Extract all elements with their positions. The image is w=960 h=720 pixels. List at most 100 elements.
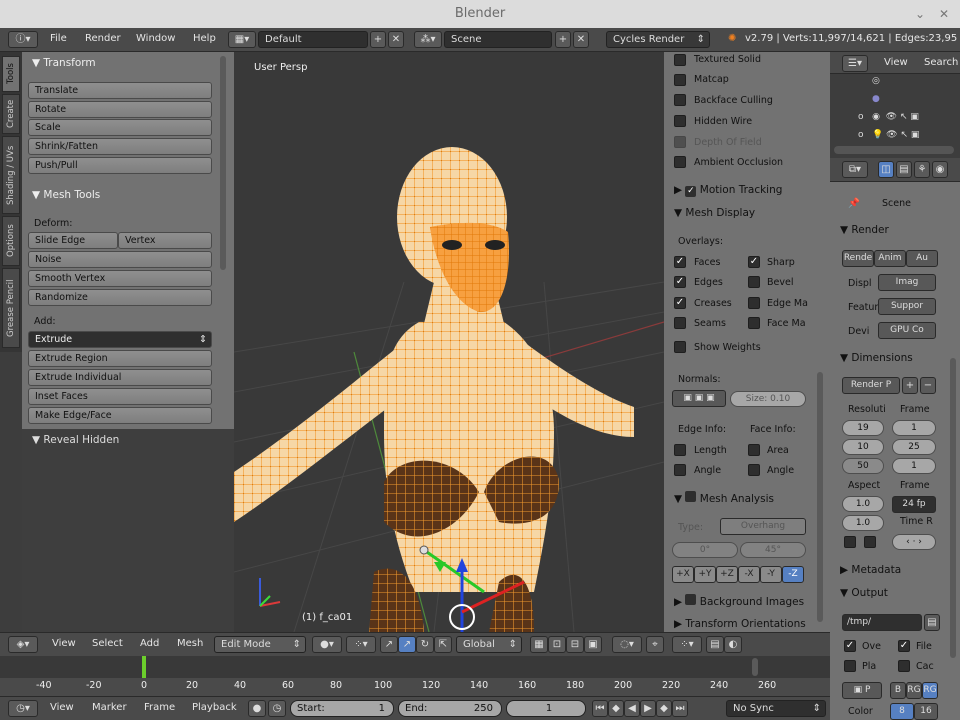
record-icon[interactable]: ● [248,700,266,717]
axis-minus-x-button[interactable]: -X [738,566,760,583]
view-menu[interactable]: View [52,638,76,649]
scene-tab-icon[interactable]: ⚘ [914,161,930,178]
close-icon[interactable]: ✕ [936,6,952,22]
color-depth-16-button[interactable]: 16 [914,703,938,720]
world-icon[interactable]: ◎ [872,76,880,86]
output-panel-header[interactable]: ▼ Output [830,583,960,603]
area-checkbox[interactable] [748,444,760,456]
sphere-icon[interactable]: ● [872,94,880,104]
outliner-scrollbar[interactable] [834,146,954,154]
timeline-frame-menu[interactable]: Frame [144,702,175,713]
slide-edge-button[interactable]: Slide Edge [28,232,118,249]
preview-range-icon[interactable]: ◷ [268,700,286,717]
jump-start-icon[interactable]: ⏮ [592,700,608,717]
color-bw-button[interactable]: B [890,682,906,699]
dimensions-panel-header[interactable]: ▼ Dimensions [830,348,960,368]
menu-render[interactable]: Render [85,33,121,44]
toolshelf-scrollbar[interactable] [220,56,226,270]
minimize-icon[interactable]: ⌄ [912,6,928,22]
depth-of-field-checkbox[interactable] [674,136,686,148]
aspect-x-field[interactable]: 1.0 [842,496,884,512]
frame-step-field[interactable]: 1 [892,458,936,474]
motion-tracking-checkbox[interactable]: ✓ [685,186,697,197]
screen-layout-field[interactable]: Default [258,31,368,48]
resolution-percent-field[interactable]: 50 [842,458,884,474]
face-select-icon[interactable]: ▣ [584,636,602,653]
properties-scrollbar[interactable] [950,358,956,658]
normals-display-buttons[interactable]: ▣ ▣ ▣ [672,390,726,407]
jump-end-icon[interactable]: ⏭ [672,700,688,717]
mesh-display-header[interactable]: ▼ Mesh Display [664,203,822,223]
tab-create[interactable]: Create [2,94,20,134]
show-weights-checkbox[interactable] [674,341,686,353]
sharp-checkbox[interactable]: ✓ [748,256,760,268]
background-images-checkbox[interactable] [685,594,697,605]
edge-select-icon[interactable]: ⊟ [566,636,584,653]
scale-button[interactable]: Scale [28,119,212,136]
seams-checkbox[interactable] [674,317,686,329]
outliner-search-field[interactable]: Search [924,57,958,68]
world-tab-icon[interactable]: ◉ [932,161,948,178]
bevel-checkbox[interactable] [748,276,760,288]
timeline-playback-menu[interactable]: Playback [192,702,237,713]
color-rgba-button[interactable]: RG [922,682,938,699]
slide-vertex-button[interactable]: Vertex [118,232,212,249]
tab-grease-pencil[interactable]: Grease Pencil [2,268,20,348]
rotate-button[interactable]: Rotate [28,101,212,118]
prev-keyframe-icon[interactable]: ◆ [608,700,624,717]
translate-manipulator-icon[interactable]: ↗ [398,636,416,653]
edge-marks-checkbox[interactable] [748,297,760,309]
render-audio-button[interactable]: Au [906,250,938,267]
analysis-type-select[interactable]: Overhang [720,518,806,535]
mesh-tools-panel-header[interactable]: ▼ Mesh Tools [22,184,234,206]
frame-end-timeline-field[interactable]: End: 250 [398,700,502,717]
render-engine-select[interactable]: Cycles Render ⇕ [606,31,710,48]
timeline-track[interactable] [0,656,830,678]
faces-checkbox[interactable]: ✓ [674,256,686,268]
frame-start-field[interactable]: 1 [892,420,936,436]
render-panel-header[interactable]: ▼ Render [830,220,960,240]
manipulator-toggle-icon[interactable]: ↗ [380,636,398,653]
menu-window[interactable]: Window [136,33,175,44]
orientation-select[interactable]: Global ⇕ [456,636,522,653]
editor-type-icon[interactable]: ⓘ▾ [8,31,38,48]
vertex-select-icon[interactable]: ⊡ [548,636,566,653]
shrink-fatten-button[interactable]: Shrink/Fatten [28,138,212,155]
viewport-editor-icon[interactable]: ◈▾ [8,636,38,653]
aspect-y-field[interactable]: 1.0 [842,515,884,531]
remove-layout-icon[interactable]: ✕ [388,31,404,48]
extrude-dropdown[interactable]: Extrude ⇕ [28,331,212,348]
color-rgb-button[interactable]: RG [906,682,922,699]
device-select[interactable]: GPU Co [878,322,936,339]
menu-help[interactable]: Help [193,33,216,44]
backface-culling-checkbox[interactable] [674,94,686,106]
frame-end-field[interactable]: 25 [892,439,936,455]
output-path-field[interactable]: /tmp/ [842,614,922,631]
make-edge-face-button[interactable]: Make Edge/Face [28,407,212,424]
outliner-editor-icon[interactable]: ☰▾ [842,55,868,72]
add-scene-icon[interactable]: + [555,31,571,48]
timeline[interactable]: -40 -20 0 20 40 60 80 100 120 140 160 18… [0,656,830,696]
edge-angle-checkbox[interactable] [674,464,686,476]
noise-button[interactable]: Noise [28,251,212,268]
randomize-button[interactable]: Randomize [28,289,212,306]
render-preview-icon[interactable]: ▤ [706,636,724,653]
remove-scene-icon[interactable]: ✕ [573,31,589,48]
viewport-shading-icon[interactable]: ●▾ [312,636,342,653]
select-menu[interactable]: Select [92,638,123,649]
mesh-menu[interactable]: Mesh [177,638,203,649]
placeholders-checkbox[interactable] [844,660,856,672]
axis-minus-y-button[interactable]: -Y [760,566,782,583]
next-keyframe-icon[interactable]: ◆ [656,700,672,717]
add-menu[interactable]: Add [140,638,159,649]
ambient-occlusion-checkbox[interactable] [674,156,686,168]
sync-mode-select[interactable]: No Sync ⇕ [726,700,826,717]
length-checkbox[interactable] [674,444,686,456]
translate-button[interactable]: Translate [28,82,212,99]
add-layout-icon[interactable]: + [370,31,386,48]
transform-orientations-header[interactable]: ▶ Transform Orientations [664,614,822,632]
snap-element-icon[interactable]: ⁘▾ [672,636,702,653]
resolution-x-field[interactable]: 19 [842,420,884,436]
tab-options[interactable]: Options [2,216,20,266]
display-select[interactable]: Imag [878,274,936,291]
